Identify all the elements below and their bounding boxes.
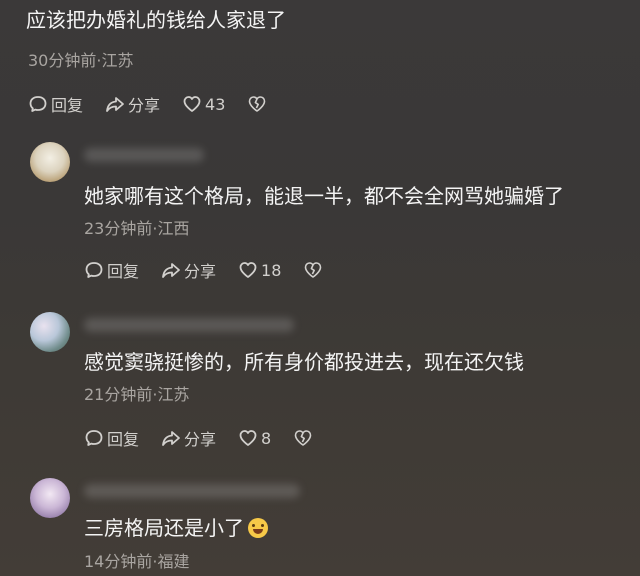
dislike-button[interactable] — [303, 260, 323, 280]
share-arrow-icon — [162, 263, 180, 278]
username-redacted — [84, 148, 204, 162]
broken-heart-icon — [249, 96, 266, 112]
share-button[interactable]: 分享 — [161, 258, 216, 282]
heart-icon — [239, 430, 257, 446]
reply-button[interactable]: 回复 — [84, 258, 139, 282]
reply-label: 回复 — [107, 262, 140, 281]
share-label: 分享 — [128, 96, 161, 115]
laughing-tears-emoji-icon — [248, 518, 268, 538]
avatar[interactable] — [30, 478, 70, 518]
comment-text[interactable]: 感觉窦骁挺惨的，所有身价都投进去，现在还欠钱 — [84, 348, 524, 376]
username-redacted — [84, 484, 300, 498]
comment-text[interactable]: 三房格局还是小了 — [84, 514, 268, 542]
like-count: 8 — [261, 428, 272, 448]
reply-button[interactable]: 回复 — [84, 426, 139, 450]
comment-text[interactable]: 应该把办婚礼的钱给人家退了 — [26, 6, 286, 34]
comment-meta: 23分钟前·江西 — [84, 219, 190, 238]
broken-heart-icon — [305, 262, 322, 278]
share-button[interactable]: 分享 — [161, 426, 216, 450]
share-label: 分享 — [184, 430, 217, 449]
comment-meta: 14分钟前·福建 — [84, 552, 190, 571]
avatar[interactable] — [30, 312, 70, 352]
share-arrow-icon — [162, 431, 180, 446]
share-arrow-icon — [106, 97, 124, 112]
reply-bubble-icon — [29, 96, 47, 112]
reply-bubble-icon — [85, 262, 103, 278]
like-button[interactable]: 8 — [238, 428, 271, 448]
comment-meta: 30分钟前·江苏 — [28, 51, 134, 70]
username-redacted — [84, 318, 294, 332]
heart-icon — [183, 96, 201, 112]
share-button[interactable]: 分享 — [105, 92, 160, 116]
comment-actions: 回复 分享 8 — [84, 426, 335, 450]
like-button[interactable]: 43 — [182, 94, 225, 114]
reply-label: 回复 — [107, 430, 140, 449]
like-count: 43 — [205, 94, 226, 114]
dislike-button[interactable] — [293, 428, 313, 448]
heart-icon — [239, 262, 257, 278]
like-count: 18 — [261, 260, 282, 280]
share-label: 分享 — [184, 262, 217, 281]
comment-actions: 回复 分享 43 — [28, 92, 289, 116]
like-button[interactable]: 18 — [238, 260, 281, 280]
reply-label: 回复 — [51, 96, 84, 115]
broken-heart-icon — [294, 430, 312, 446]
comment-meta: 21分钟前·江苏 — [84, 385, 190, 404]
comment-text-content: 三房格局还是小了 — [84, 516, 244, 540]
comment-actions: 回复 分享 18 — [84, 258, 345, 282]
comment-text[interactable]: 她家哪有这个格局，能退一半，都不会全网骂她骗婚了 — [84, 182, 564, 210]
reply-bubble-icon — [85, 430, 103, 446]
dislike-button[interactable] — [247, 94, 267, 114]
reply-button[interactable]: 回复 — [28, 92, 83, 116]
avatar[interactable] — [30, 142, 70, 182]
